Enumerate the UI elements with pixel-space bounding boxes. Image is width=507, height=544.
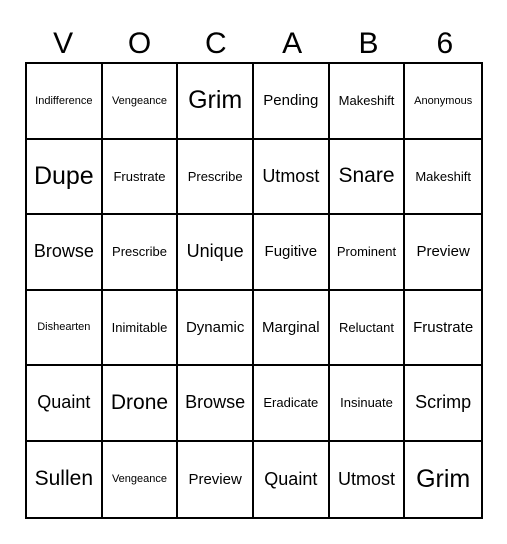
header-letter: B: [358, 27, 379, 60]
bingo-cell[interactable]: Browse: [178, 366, 254, 442]
bingo-cell[interactable]: Insinuate: [329, 366, 406, 442]
bingo-cell[interactable]: Fugitive: [253, 215, 330, 291]
bingo-cell[interactable]: Marginal: [253, 290, 330, 366]
bingo-cell[interactable]: Dupe: [27, 139, 103, 215]
bingo-cell[interactable]: Utmost: [330, 441, 406, 517]
bingo-header: V O C A B 6: [25, 26, 483, 62]
header-letter: O: [127, 27, 152, 60]
bingo-cell[interactable]: Anonymous: [405, 64, 481, 140]
bingo-grid: Indifference Vengeance Grim Pending Makeshif…: [25, 62, 483, 519]
bingo-cell[interactable]: Vengeance: [102, 64, 179, 140]
bingo-cell[interactable]: Snare: [329, 139, 406, 215]
bingo-cell[interactable]: Prescribe: [178, 139, 254, 215]
bingo-cell[interactable]: Quaint: [27, 366, 103, 442]
bingo-cell[interactable]: Inimitable: [102, 290, 179, 366]
bingo-cell[interactable]: Makeshift: [329, 64, 406, 140]
bingo-cell[interactable]: Prominent: [329, 215, 406, 291]
bingo-cell[interactable]: Prescribe: [102, 215, 179, 291]
bingo-cell[interactable]: Eradicate: [253, 366, 330, 442]
bingo-cell[interactable]: Utmost: [253, 139, 330, 215]
header-letter: A: [282, 27, 303, 60]
bingo-cell[interactable]: Dynamic: [178, 290, 254, 366]
bingo-cell[interactable]: Pending: [253, 64, 330, 140]
bingo-cell[interactable]: Drone: [102, 366, 179, 442]
header-letter: C: [204, 27, 227, 60]
bingo-cell[interactable]: Preview: [405, 215, 481, 291]
bingo-cell[interactable]: Scrimp: [405, 366, 481, 442]
bingo-cell[interactable]: Reluctant: [329, 290, 406, 366]
bingo-cell[interactable]: Frustrate: [405, 291, 481, 366]
bingo-cell[interactable]: Makeshift: [405, 140, 481, 215]
bingo-cell[interactable]: Vengeance: [103, 441, 179, 517]
bingo-cell[interactable]: Sullen: [27, 441, 103, 517]
bingo-cell[interactable]: Frustrate: [102, 139, 179, 215]
bingo-cell[interactable]: Unique: [178, 215, 254, 291]
bingo-cell[interactable]: Quaint: [254, 441, 330, 517]
header-letter: V: [53, 27, 74, 60]
bingo-cell[interactable]: Preview: [178, 441, 254, 517]
bingo-cell[interactable]: Grim: [178, 64, 254, 140]
header-letter: 6: [436, 27, 454, 60]
bingo-cell[interactable]: Grim: [405, 442, 481, 518]
bingo-cell[interactable]: Browse: [27, 215, 103, 291]
bingo-cell[interactable]: Indifference: [27, 64, 103, 140]
bingo-cell[interactable]: Dishearten: [27, 290, 103, 366]
